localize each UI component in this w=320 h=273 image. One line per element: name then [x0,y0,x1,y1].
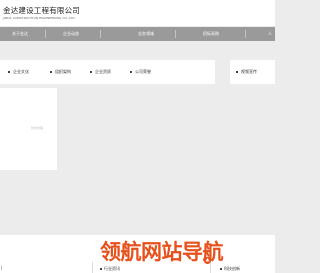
footer-tech-innovation[interactable]: 科技创新 [220,266,240,272]
tab-culture[interactable]: 企业文化 [8,67,29,77]
bullet-icon [90,71,92,73]
nav-divider [45,30,46,38]
footer-left-marker: | [1,265,3,270]
footer-industry-news[interactable]: 行业资讯 [100,266,120,272]
tab-honors[interactable]: 公司荣誉 [130,67,151,77]
main-nav: 关于金达 企业动态 业务领域 招标采购 人 [0,27,275,41]
nav-divider [175,30,176,38]
about-tabs: 企业文化 组织架构 企业资质 公司荣誉 [0,60,215,84]
bullet-icon [100,268,102,270]
tab-qualification[interactable]: 企业资质 [90,67,111,77]
tab-organization[interactable]: 组织架构 [50,67,71,77]
watermark-icon [203,256,212,265]
bullet-icon [236,71,238,73]
bullet-icon [130,71,132,73]
tab-video[interactable]: 视频宣传 [236,67,257,77]
company-name-en: JINDA CONSTRUCTION ENGINEERING CO.,LTD. [3,16,76,20]
nav-item-bidding[interactable]: 招标采购 [203,27,219,41]
content-block [0,88,57,170]
company-name[interactable]: 金达建设工程有限公司 [3,5,80,16]
nav-item-about[interactable]: 关于金达 [12,27,28,41]
video-panel: 视频宣传 [230,60,275,84]
nav-divider [100,30,101,38]
empty-placeholder: 暂无内容 [31,126,44,130]
header-bar: 金达建设工程有限公司 JINDA CONSTRUCTION ENGINEERIN… [0,0,275,26]
bullet-icon [8,71,10,73]
footer-divider [92,262,93,273]
nav-item-hr[interactable]: 人 [268,27,272,41]
nav-item-business[interactable]: 业务领域 [138,27,154,41]
nav-divider [245,30,246,38]
bullet-icon [50,71,52,73]
bullet-icon [220,268,222,270]
nav-item-news[interactable]: 企业动态 [63,27,79,41]
